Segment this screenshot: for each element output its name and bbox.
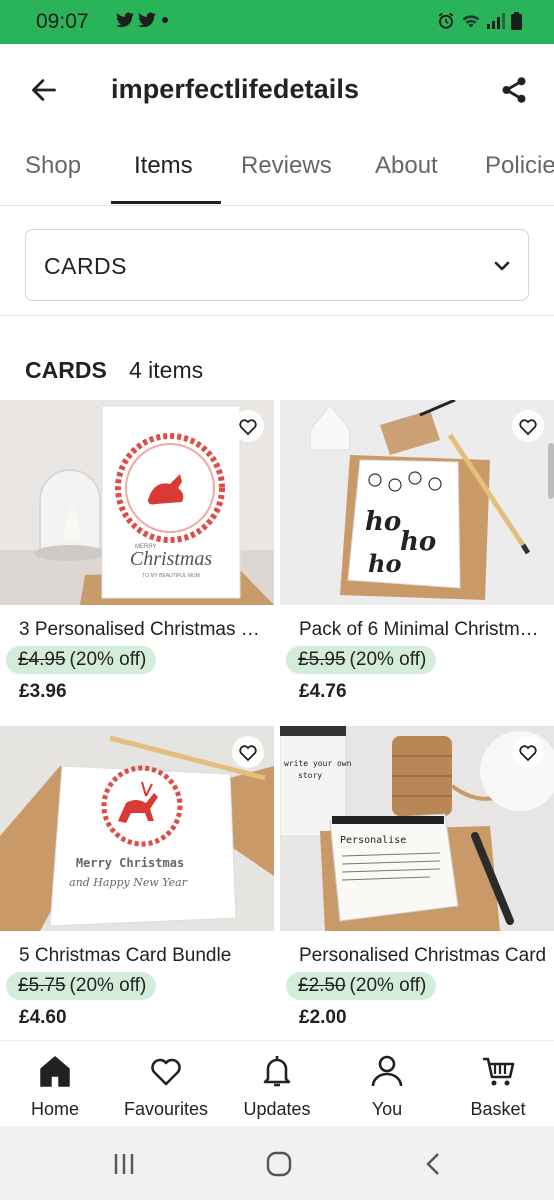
bell-icon [263, 1056, 291, 1087]
listing-image[interactable]: write your own story Personalise [280, 726, 554, 931]
listing-title: Personalised Christmas Card [299, 945, 547, 966]
nav-label: Favourites [123, 1099, 209, 1119]
shop-header: imperfectlifedetails [0, 44, 554, 136]
discount-badge: £2.50 (20% off) [286, 972, 437, 1000]
discount-percent: (20% off) [349, 649, 427, 670]
signal-icon [487, 13, 505, 29]
status-bar: 09:07 [0, 0, 554, 44]
discount-percent: (20% off) [349, 975, 427, 996]
listing-title: 3 Personalised Christmas Cards [19, 619, 269, 640]
discount-badge: £5.95 (20% off) [286, 646, 437, 674]
favourite-heart-icon[interactable] [232, 410, 264, 442]
tab-shop[interactable]: Shop [25, 152, 81, 180]
listing-card[interactable]: Christmas MERRY TO MY BEAUTIFUL MUM 3 Pe… [0, 400, 274, 720]
listing-title: Pack of 6 Minimal Christmas Cards [299, 619, 549, 640]
favourite-heart-icon[interactable] [232, 736, 264, 768]
original-price: £2.50 [298, 975, 346, 996]
chevron-down-icon [494, 261, 510, 271]
svg-text:write your own: write your own [284, 759, 352, 768]
recent-apps-icon [114, 1154, 134, 1174]
discount-badge: £5.75 (20% off) [6, 972, 157, 1000]
svg-text:and Happy New Year: and Happy New Year [69, 876, 188, 889]
favourite-heart-icon[interactable] [512, 410, 544, 442]
svg-text:Personalise: Personalise [340, 835, 406, 846]
sale-price: £4.60 [19, 1007, 67, 1028]
share-icon [502, 77, 526, 103]
basket-icon [483, 1057, 515, 1086]
listing-title: 5 Christmas Card Bundle [19, 945, 232, 966]
sale-price: £3.96 [19, 681, 67, 702]
svg-text:Christmas: Christmas [130, 548, 212, 570]
back-chevron-icon [426, 1153, 439, 1175]
svg-text:story: story [298, 771, 322, 780]
scrollbar[interactable] [548, 443, 554, 499]
svg-text:ho: ho [368, 549, 401, 578]
nav-favourites[interactable]: Favourites [111, 1053, 221, 1120]
original-price: £5.95 [298, 649, 346, 670]
favourite-heart-icon[interactable] [512, 736, 544, 768]
section-title: CARDS [25, 357, 107, 383]
listing-card[interactable]: Merry Christmas and Happy New Year 5 Chr… [0, 726, 274, 1040]
svg-text:ho: ho [365, 507, 401, 537]
wifi-icon [462, 15, 480, 28]
item-count: 4 items [129, 357, 204, 383]
nav-label: Updates [243, 1099, 311, 1119]
battery-icon [511, 12, 522, 30]
listing-image[interactable]: Merry Christmas and Happy New Year [0, 726, 274, 931]
nav-home[interactable]: Home [0, 1053, 110, 1120]
nav-label: Home [30, 1099, 79, 1119]
svg-text:ho: ho [400, 527, 436, 557]
alarm-icon [438, 12, 454, 29]
system-home-button[interactable] [261, 1146, 297, 1182]
dot-icon [162, 17, 168, 23]
twitter-icon [116, 12, 134, 28]
user-icon [371, 1055, 403, 1087]
tab-reviews[interactable]: Reviews [241, 152, 332, 180]
nav-label: Basket [470, 1099, 526, 1119]
share-button[interactable] [492, 68, 536, 112]
original-price: £4.95 [18, 649, 66, 670]
active-tab-indicator [111, 201, 221, 204]
tab-items[interactable]: Items [134, 152, 193, 180]
listing-image[interactable]: ho ho ho [280, 400, 554, 605]
listing-image[interactable]: Christmas MERRY TO MY BEAUTIFUL MUM [0, 400, 274, 605]
nav-label: You [371, 1099, 403, 1119]
home-icon [40, 1056, 70, 1087]
svg-text:TO MY BEAUTIFUL MUM: TO MY BEAUTIFUL MUM [142, 573, 200, 579]
listing-card[interactable]: ho ho ho Pack of 6 Minimal Christmas Car… [280, 400, 554, 720]
discount-percent: (20% off) [69, 649, 147, 670]
svg-text:Merry Christmas: Merry Christmas [76, 856, 184, 870]
sale-price: £4.76 [299, 681, 347, 702]
shop-name: imperfectlifedetails [111, 74, 360, 104]
tab-about[interactable]: About [375, 152, 438, 180]
discount-badge: £4.95 (20% off) [6, 646, 157, 674]
status-time: 09:07 [36, 10, 89, 33]
system-back-button[interactable] [416, 1146, 452, 1182]
section-select-value: CARDS [44, 253, 128, 279]
sale-price: £2.00 [299, 1007, 347, 1028]
shop-tabs: Shop Items Reviews About Policies [0, 136, 554, 206]
back-arrow-icon [32, 79, 56, 101]
nav-updates[interactable]: Updates [222, 1053, 332, 1120]
back-button[interactable] [22, 68, 66, 112]
twitter-icon [138, 12, 156, 28]
divider [0, 315, 554, 316]
svg-text:MERRY: MERRY [135, 544, 157, 550]
nav-basket[interactable]: Basket [443, 1053, 553, 1120]
tab-policies[interactable]: Policies [485, 152, 554, 180]
system-navigation-bar [0, 1126, 554, 1200]
system-status-icons [437, 12, 522, 30]
recent-apps-button[interactable] [106, 1146, 142, 1182]
nav-you[interactable]: You [332, 1053, 442, 1120]
home-circle-icon [266, 1151, 292, 1177]
bottom-navigation: Home Favourites Updates You Basket [0, 1040, 554, 1126]
original-price: £5.75 [18, 975, 66, 996]
listing-card[interactable]: write your own story Personalise Persona… [280, 726, 554, 1040]
notification-icons [116, 12, 170, 28]
heart-icon [151, 1058, 181, 1086]
section-select[interactable]: CARDS [25, 229, 529, 301]
discount-percent: (20% off) [69, 975, 147, 996]
